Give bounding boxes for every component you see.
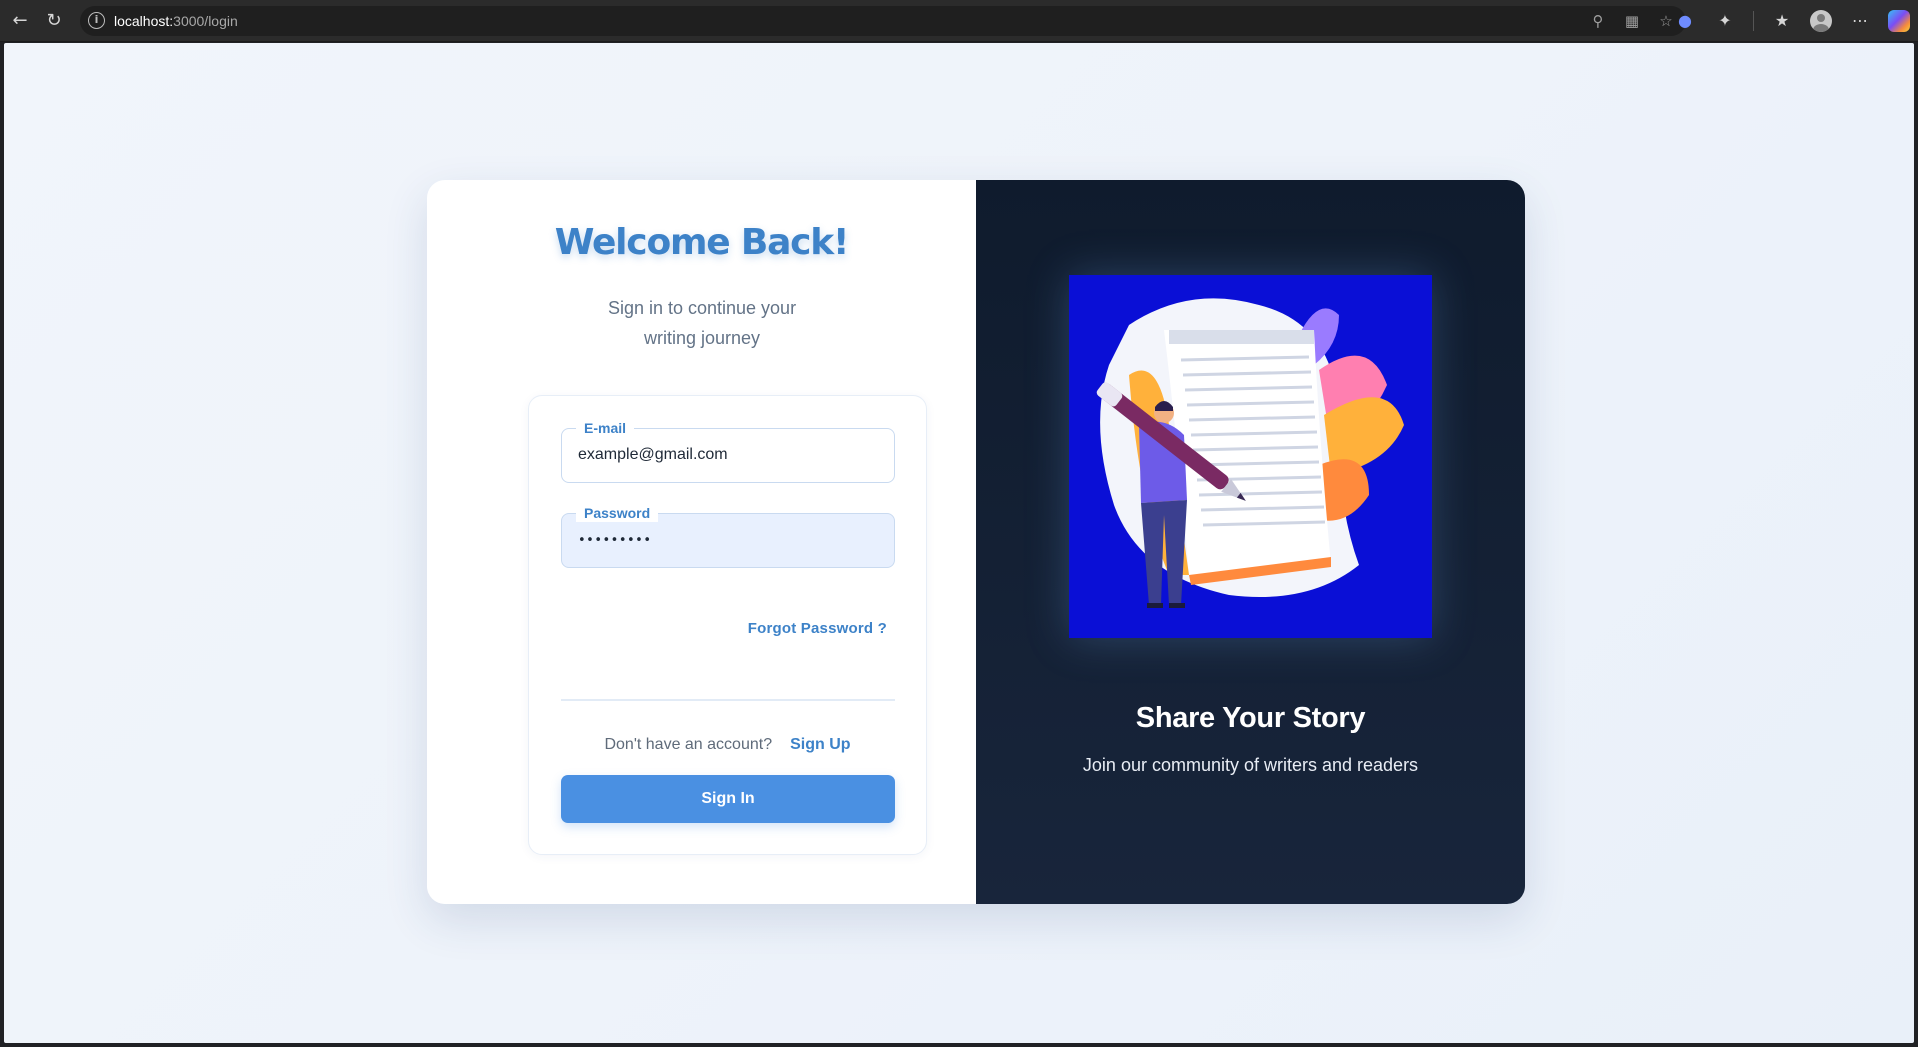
signup-prompt: Don't have an account? Sign Up [529,736,926,754]
forgot-password-link[interactable]: Forgot Password ? [748,620,887,637]
email-label: E-mail [576,419,635,437]
copilot-icon[interactable] [1888,10,1910,32]
url-host: localhost: [114,13,174,29]
url-path: 3000/login [173,13,238,29]
login-panel: Welcome Back! Sign in to continue your w… [427,180,976,904]
toolbar-divider [1753,11,1754,31]
toolbar-actions: ● ✦ ★ ⋯ [1673,9,1910,33]
login-card: Welcome Back! Sign in to continue your w… [427,180,1525,904]
favorites-icon[interactable]: ★ [1770,9,1794,33]
extension-drop-icon[interactable]: ● [1673,9,1697,33]
back-arrow-icon[interactable]: ← [8,9,32,33]
form-divider [561,699,895,701]
email-value[interactable]: example@gmail.com [578,446,728,464]
promo-subtitle: Join our community of writers and reader… [1082,755,1419,775]
browser-toolbar: ← ↻ i localhost:3000/login ⚲ ▦ ☆ ● ✦ ★ ⋯ [0,0,1918,42]
promo-panel: Share Your Story Join our community of w… [976,180,1525,904]
address-bar-actions: ⚲ ▦ ☆ [1588,11,1676,31]
no-account-text: Don't have an account? [604,736,773,753]
password-value[interactable]: ••••••••• [578,533,652,548]
writing-illustration [1069,275,1432,638]
url-text[interactable]: localhost:3000/login [114,13,238,29]
app-grid-icon[interactable]: ▦ [1622,11,1642,31]
page-title: Welcome Back! [554,222,850,263]
more-menu-icon[interactable]: ⋯ [1848,9,1872,33]
profile-avatar-icon[interactable] [1810,10,1832,32]
address-bar[interactable]: i localhost:3000/login ⚲ ▦ ☆ [80,6,1686,36]
page-viewport: Welcome Back! Sign in to continue your w… [4,43,1914,1043]
site-info-icon[interactable]: i [88,12,105,29]
password-label: Password [576,504,659,522]
email-field[interactable]: E-mail example@gmail.com [561,419,895,483]
signin-button[interactable]: Sign In [561,775,895,823]
page-subtitle: Sign in to continue your writing journey [607,298,797,348]
password-field[interactable]: Password ••••••••• [561,504,895,568]
reload-icon[interactable]: ↻ [42,9,66,33]
login-form: E-mail example@gmail.com Password ••••••… [528,395,927,855]
writer-with-pen-illustration [1096,298,1404,608]
promo-title: Share Your Story [1135,702,1366,734]
signup-link[interactable]: Sign Up [790,736,850,753]
extensions-puzzle-icon[interactable]: ✦ [1713,9,1737,33]
key-icon[interactable]: ⚲ [1588,11,1608,31]
